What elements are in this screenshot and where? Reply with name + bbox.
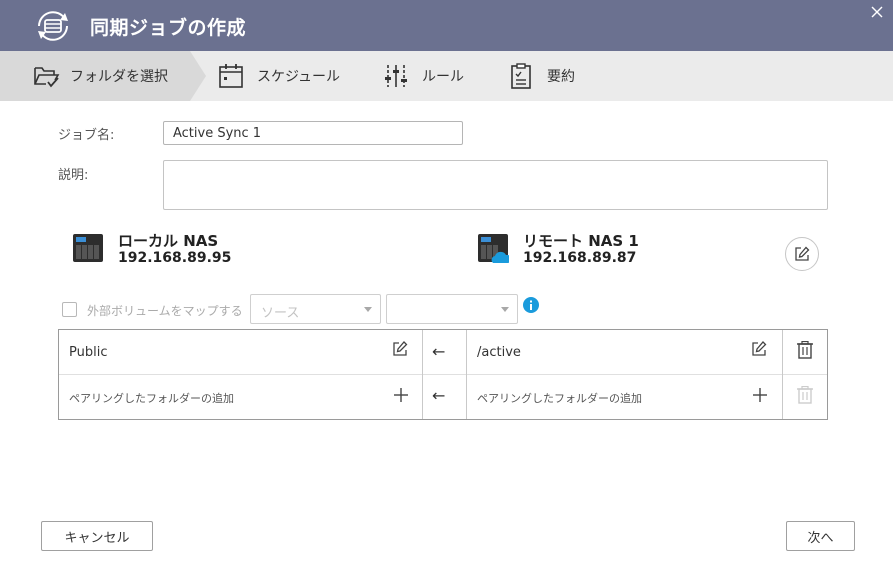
source-volume-select[interactable]: ソース [250,294,381,324]
description-input[interactable] [163,160,828,210]
step-label: ルール [422,69,464,85]
step-label: スケジュール [257,69,341,85]
step-summary[interactable]: 要約 [507,51,575,101]
folder-select-icon [34,67,60,88]
source-select-value: ソース [261,306,300,321]
edit-remote-nas-button[interactable] [785,237,819,271]
step-label: 要約 [547,69,575,85]
row-divider [59,374,827,375]
clipboard-icon [511,63,531,89]
add-remote-folder-icon[interactable] [751,386,769,404]
column-divider [422,330,423,419]
step-label: フォルダを選択 [70,69,168,85]
add-remote-folder-label[interactable]: ペアリングしたフォルダーの追加 [477,390,642,406]
local-nas-name: ローカル NAS [118,232,219,250]
next-button[interactable]: 次へ [786,521,855,551]
dialog-titlebar: 同期ジョブの作成 [0,0,893,51]
edit-remote-folder-icon[interactable] [750,340,768,358]
trash-icon[interactable] [796,341,814,359]
sync-direction-arrow: ← [432,386,446,405]
dialog-title: 同期ジョブの作成 [90,17,247,39]
folder-pair-table: Public ← /active ペアリングしたフォルダーの追加 ← ペアリング… [58,329,828,420]
remote-nas-name: リモート NAS 1 [523,232,639,250]
column-divider [782,330,783,419]
target-volume-select[interactable] [386,294,518,324]
sync-job-icon [38,11,68,41]
remote-nas-ip: 192.168.89.87 [523,250,637,266]
sliders-icon [385,65,407,87]
add-local-folder-icon[interactable] [392,386,410,404]
trash-icon-disabled [797,386,813,404]
remote-folder[interactable]: /active [477,345,521,360]
local-nas-ip: 192.168.89.95 [118,250,232,266]
job-name-label: ジョブ名: [58,128,115,143]
cancel-button[interactable]: キャンセル [41,521,153,551]
chevron-down-icon [501,307,509,312]
step-schedule[interactable]: スケジュール [217,51,340,101]
info-icon[interactable] [523,297,539,313]
add-local-folder-label[interactable]: ペアリングしたフォルダーの追加 [69,390,234,406]
nas-device-icon [73,234,103,262]
sync-direction-arrow: ← [432,342,446,361]
map-external-volume-checkbox[interactable] [62,302,77,317]
wizard-steps: フォルダを選択 スケジュール ルール 要約 [0,51,893,101]
column-divider [466,330,467,419]
close-icon[interactable] [869,4,885,20]
step-rules[interactable]: ルール [382,51,464,101]
step-select-folder[interactable]: フォルダを選択 [32,51,168,101]
local-folder[interactable]: Public [69,345,107,360]
map-external-volume-label: 外部ボリュームをマップする [87,304,243,318]
edit-local-folder-icon[interactable] [391,340,409,358]
remote-nas-cloud-icon [478,234,509,263]
calendar-icon [219,64,243,88]
job-name-input[interactable] [163,121,463,145]
chevron-down-icon [364,307,372,312]
description-label: 説明: [58,168,89,183]
edit-icon [795,246,810,261]
